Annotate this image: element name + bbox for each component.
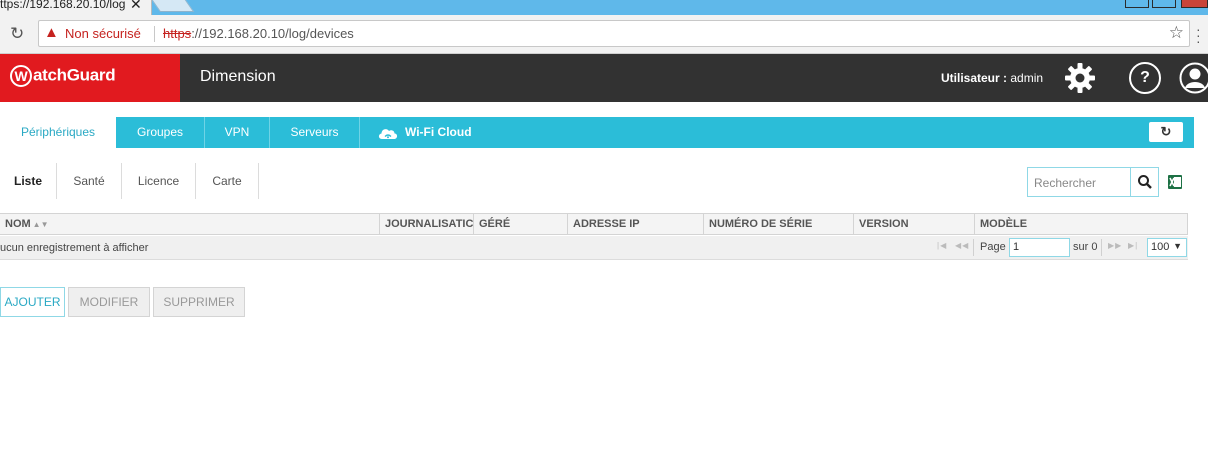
column-header-journalisation[interactable]: JOURNALISATIC: [380, 214, 474, 234]
cloud-icon: [378, 128, 398, 139]
search-input[interactable]: Rechercher: [1027, 167, 1131, 197]
browser-menu-icon[interactable]: · · ·: [1196, 22, 1201, 48]
grid-header: NOM ▲▼ JOURNALISATIC GÉRÉ ADRESSE IP NUMÉ…: [0, 213, 1188, 235]
column-header-version[interactable]: VERSION: [854, 214, 975, 234]
maximize-window-button[interactable]: [1152, 0, 1176, 8]
delete-button[interactable]: SUPPRIMER: [153, 287, 245, 317]
brand-area[interactable]: WatchGuard: [0, 54, 180, 102]
new-tab-button[interactable]: [151, 0, 195, 12]
user-icon[interactable]: [1179, 62, 1208, 94]
subtab-liste[interactable]: Liste: [0, 163, 57, 199]
empty-message: ucun enregistrement à afficher: [0, 242, 149, 254]
watchguard-logo: WatchGuard: [10, 65, 116, 87]
column-header-numero-serie[interactable]: NUMÉRO DE SÉRIE: [704, 214, 854, 234]
user-prefix: Utilisateur :: [941, 71, 1008, 85]
tab-wifi-cloud-label: Wi-Fi Cloud: [405, 125, 472, 139]
last-page-icon: ▶|: [1128, 241, 1139, 250]
column-header-label: NOM: [5, 218, 31, 230]
url-text[interactable]: https://192.168.20.10/log/devices: [163, 26, 354, 41]
subtab-sante[interactable]: Santé: [57, 163, 122, 199]
subtab-licence[interactable]: Licence: [122, 163, 196, 199]
prev-page-icon: ◀◀: [955, 241, 970, 250]
tab-serveurs[interactable]: Serveurs: [270, 117, 360, 148]
grid-pager: ucun enregistrement à afficher |◀ ◀◀ Pag…: [0, 236, 1188, 260]
add-button[interactable]: AJOUTER: [0, 287, 65, 317]
browser-tab-title: ttps://192.168.20.10/log: [0, 0, 126, 11]
column-header-adresse-ip[interactable]: ADRESSE IP: [568, 214, 704, 234]
user-info: Utilisateur : admin: [941, 71, 1043, 85]
reload-icon[interactable]: ↻: [10, 24, 24, 44]
chevron-down-icon: ▼: [1173, 241, 1182, 251]
page-size-value: 100: [1151, 241, 1170, 253]
user-name: admin: [1010, 71, 1044, 85]
next-page-icon: ▶▶: [1108, 241, 1123, 250]
tab-wifi-cloud[interactable]: Wi-Fi Cloud: [360, 117, 488, 148]
subtab-carte[interactable]: Carte: [196, 163, 259, 199]
edit-button[interactable]: MODIFIER: [68, 287, 150, 317]
gear-icon[interactable]: [1064, 62, 1096, 94]
brand-name: atchGuard: [33, 65, 116, 85]
url-path: ://192.168.20.10/log/devices: [191, 26, 354, 41]
browser-toolbar: ↻ ▲ Non sécurisé https://192.168.20.10/l…: [0, 15, 1208, 54]
page-label: Page: [980, 241, 1006, 253]
page-count: sur 0: [1073, 241, 1098, 253]
sort-icon: ▲▼: [32, 220, 49, 229]
pager-separator: [1101, 239, 1102, 256]
browser-tabstrip: ttps://192.168.20.10/log ✕: [0, 0, 1208, 15]
close-window-button[interactable]: [1181, 0, 1208, 8]
brand-mark: W: [10, 65, 32, 87]
main-tabs: Périphériques Groupes VPN Serveurs Wi-Fi…: [0, 117, 1194, 148]
app-header: WatchGuard Dimension Utilisateur : admin…: [0, 54, 1208, 102]
search-button[interactable]: [1131, 167, 1159, 197]
page-size-select[interactable]: 100 ▼: [1147, 238, 1187, 257]
close-tab-icon[interactable]: ✕: [130, 0, 142, 11]
first-page-icon: |◀: [937, 241, 948, 250]
warning-icon: ▲: [44, 24, 59, 41]
refresh-icon: ↻: [1160, 124, 1172, 139]
tab-peripheriques[interactable]: Périphériques: [0, 117, 116, 148]
refresh-button[interactable]: ↻: [1149, 122, 1183, 142]
bookmark-star-icon[interactable]: ☆: [1169, 23, 1184, 43]
address-separator: [154, 26, 155, 42]
search-icon: [1138, 175, 1152, 189]
column-header-modele[interactable]: MODÈLE: [975, 214, 1188, 234]
page-number-input[interactable]: 1: [1009, 238, 1070, 257]
help-icon[interactable]: ?: [1129, 62, 1161, 94]
excel-export-icon[interactable]: [1168, 175, 1182, 189]
tab-groupes[interactable]: Groupes: [116, 117, 205, 148]
browser-tab[interactable]: ttps://192.168.20.10/log ✕: [0, 0, 152, 15]
security-status[interactable]: Non sécurisé: [65, 26, 141, 41]
column-header-nom[interactable]: NOM ▲▼: [0, 214, 380, 234]
address-bar[interactable]: ▲ Non sécurisé https://192.168.20.10/log…: [38, 20, 1190, 47]
minimize-window-button[interactable]: [1125, 0, 1149, 8]
column-header-gere[interactable]: GÉRÉ: [474, 214, 568, 234]
url-scheme: https: [163, 26, 192, 41]
app-title: Dimension: [200, 68, 276, 85]
tab-vpn[interactable]: VPN: [205, 117, 270, 148]
pager-separator: [973, 239, 974, 256]
